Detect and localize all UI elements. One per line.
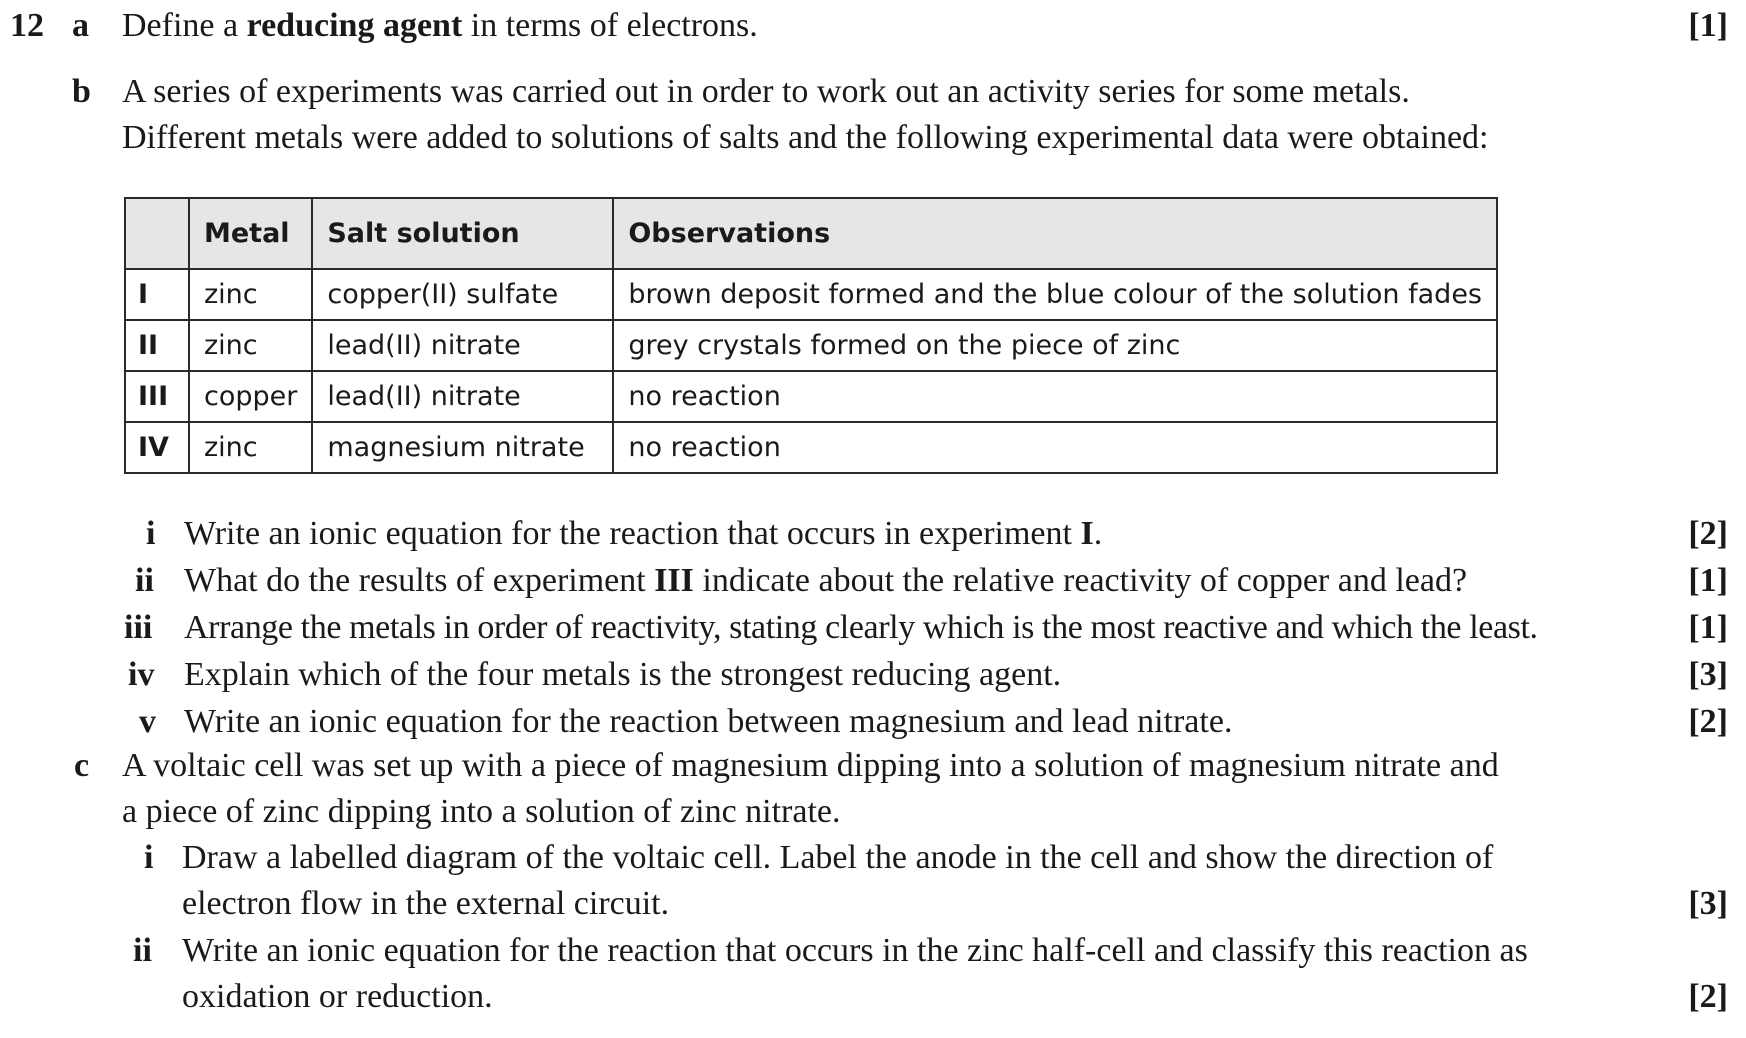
part-b-ii-after: indicate about the relative reactivity o…: [693, 562, 1468, 599]
row-metal: zinc: [187, 319, 314, 372]
part-c-ii-line1: Write an ionic equation for the reaction…: [182, 932, 1528, 969]
part-b-i-marks: [2]: [1688, 515, 1728, 552]
row-id: III: [124, 370, 190, 423]
row-observation: no reaction: [612, 370, 1498, 423]
part-c-ii-line2: oxidation or reduction.: [182, 978, 493, 1015]
table-row: III copper lead(II) nitrate no reaction: [124, 370, 1498, 423]
table-header-observations: Observations: [612, 197, 1498, 270]
part-b-v-text: Write an ionic equation for the reaction…: [184, 703, 1233, 740]
row-observation: grey crystals formed on the piece of zin…: [612, 319, 1498, 372]
experiment-table: Metal Salt solution Observations I zinc …: [124, 197, 1498, 474]
part-b-intro-line2: Different metals were added to solutions…: [122, 119, 1489, 156]
part-b-v-marks: [2]: [1688, 703, 1728, 740]
part-b-v-num: v: [139, 703, 156, 740]
part-a-text: Define a reducing agent in terms of elec…: [122, 6, 758, 46]
row-id: IV: [124, 421, 190, 474]
part-a-text-before: Define a: [122, 7, 247, 44]
table-row: II zinc lead(II) nitrate grey crystals f…: [124, 319, 1498, 372]
part-b-i-after: .: [1093, 515, 1103, 552]
part-b-i-text-main: Write an ionic equation for the reaction…: [184, 515, 1081, 552]
part-b-ii-text-main: What do the results of experiment: [184, 562, 655, 599]
row-observation: no reaction: [612, 421, 1498, 474]
row-metal: copper: [187, 370, 314, 423]
row-salt: copper(II) sulfate: [311, 268, 615, 321]
row-observation: brown deposit formed and the blue colour…: [612, 268, 1498, 321]
part-a-text-after: in terms of electrons.: [462, 7, 758, 44]
part-c-i-line1: Draw a labelled diagram of the voltaic c…: [182, 839, 1494, 876]
part-b-i-num: i: [146, 515, 156, 552]
part-c-ii-num: ii: [133, 932, 152, 969]
row-id: II: [124, 319, 190, 372]
part-b-iii-text: Arrange the metals in order of reactivit…: [184, 609, 1538, 646]
table-row: IV zinc magnesium nitrate no reaction: [124, 421, 1498, 474]
part-b-ii-num: ii: [135, 562, 154, 599]
table-header-blank: [124, 197, 190, 270]
part-b-i-bold: I: [1080, 515, 1094, 552]
part-a-term: reducing agent: [246, 7, 463, 44]
part-c-i-marks: [3]: [1688, 885, 1728, 922]
part-b-letter: b: [72, 73, 91, 110]
part-b-i-text: Write an ionic equation for the reaction…: [184, 514, 1102, 554]
row-salt: lead(II) nitrate: [311, 319, 615, 372]
table-header-salt: Salt solution: [311, 197, 615, 270]
part-c-intro-line1: A voltaic cell was set up with a piece o…: [122, 747, 1499, 784]
table-row: I zinc copper(II) sulfate brown deposit …: [124, 268, 1498, 321]
part-b-ii-bold: III: [654, 562, 694, 599]
part-c-intro-line2: a piece of zinc dipping into a solution …: [122, 793, 841, 830]
row-id: I: [124, 268, 190, 321]
part-b-intro-line1: A series of experiments was carried out …: [122, 73, 1410, 110]
part-b-ii-text: What do the results of experiment III in…: [184, 561, 1467, 601]
part-a-letter: a: [72, 7, 89, 44]
part-b-ii-marks: [1]: [1688, 562, 1728, 599]
part-b-iv-marks: [3]: [1688, 656, 1728, 693]
part-c-letter: c: [74, 747, 90, 784]
row-metal: zinc: [187, 268, 314, 321]
part-b-iv-num: iv: [128, 656, 155, 693]
table-header-metal: Metal: [187, 197, 314, 270]
question-number: 12: [10, 7, 44, 44]
part-b-iv-text: Explain which of the four metals is the …: [184, 656, 1062, 693]
table-header-row: Metal Salt solution Observations: [124, 197, 1498, 270]
part-b-iii-marks: [1]: [1688, 609, 1728, 646]
row-salt: lead(II) nitrate: [311, 370, 615, 423]
part-c-i-num: i: [144, 839, 154, 876]
part-c-i-line2: electron flow in the external circuit.: [182, 885, 670, 922]
part-c-ii-marks: [2]: [1688, 978, 1728, 1015]
part-a-marks: [1]: [1688, 7, 1728, 44]
part-b-iii-num: iii: [124, 609, 153, 646]
row-metal: zinc: [187, 421, 314, 474]
row-salt: magnesium nitrate: [311, 421, 615, 474]
